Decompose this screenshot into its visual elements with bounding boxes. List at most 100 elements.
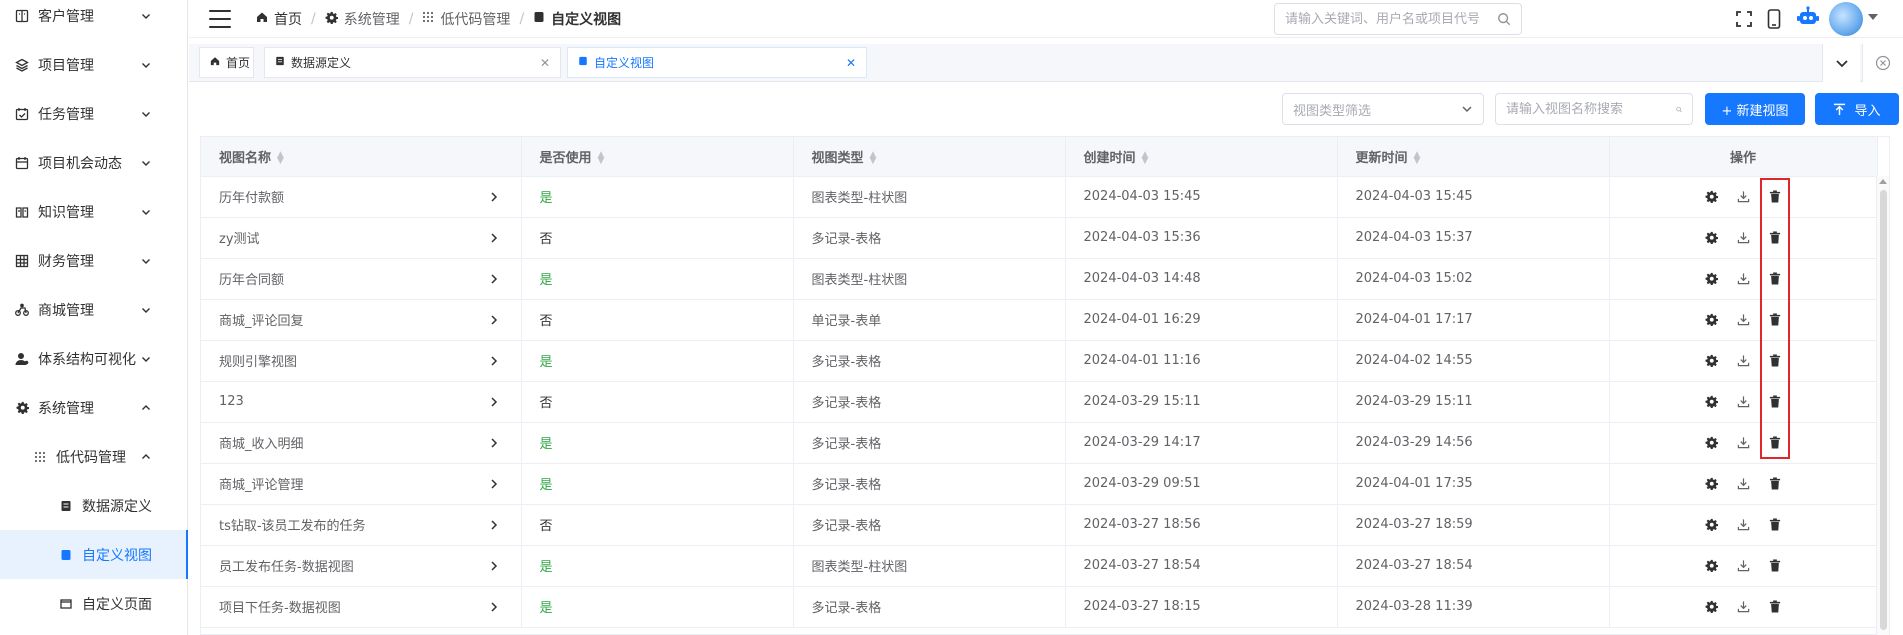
table-row[interactable]: 商城_收入明细 是 多记录-表格 2024-03-29 14:17 2024-03-29… <box>201 422 1878 464</box>
chevron-right-icon[interactable] <box>489 191 499 207</box>
download-icon[interactable] <box>1736 313 1750 327</box>
settings-icon[interactable] <box>1704 436 1718 450</box>
table-row[interactable]: 项目下任务-数据视图 是 多记录-表格 2024-03-27 18:15 2024-03… <box>201 586 1878 628</box>
trash-icon[interactable] <box>1768 477 1782 491</box>
view-name-cell[interactable]: 项目下任务-数据视图 <box>201 586 522 628</box>
search-icon[interactable] <box>1676 103 1682 116</box>
column-header[interactable]: 视图类型 ▲ ▼ <box>793 137 1066 177</box>
settings-icon[interactable] <box>1704 477 1718 491</box>
chevron-right-icon[interactable] <box>489 519 499 535</box>
sidebar-item-sidebar-subitems-2[interactable]: 自定义页面 <box>0 579 188 628</box>
search-icon[interactable] <box>1497 12 1511 26</box>
sort-icon[interactable]: ▲ ▼ <box>277 151 284 166</box>
trash-icon[interactable] <box>1768 272 1782 286</box>
chevron-right-icon[interactable] <box>489 232 499 248</box>
mobile-icon[interactable] <box>1763 8 1785 30</box>
chevron-right-icon[interactable] <box>489 355 499 371</box>
settings-icon[interactable] <box>1704 395 1718 409</box>
settings-icon[interactable] <box>1704 518 1718 532</box>
close-icon[interactable]: ✕ <box>846 56 856 70</box>
download-icon[interactable] <box>1736 477 1750 491</box>
view-name-search-input[interactable] <box>1506 101 1676 117</box>
breadcrumb-item[interactable]: 系统管理 <box>325 9 400 29</box>
view-type-filter[interactable]: 视图类型筛选 <box>1282 93 1484 125</box>
import-button[interactable]: 导入 <box>1815 93 1899 125</box>
download-icon[interactable] <box>1736 518 1750 532</box>
view-name-cell[interactable]: 商城_收入明细 <box>201 422 522 464</box>
chevron-right-icon[interactable] <box>489 314 499 330</box>
sidebar-item-sidebar-items-2[interactable]: 任务管理 <box>0 89 188 138</box>
download-icon[interactable] <box>1736 354 1750 368</box>
chevron-right-icon[interactable] <box>489 437 499 453</box>
download-icon[interactable] <box>1736 395 1750 409</box>
trash-icon[interactable] <box>1768 559 1782 573</box>
table-row[interactable]: ts钻取-该员工发布的任务 否 多记录-表格 2024-03-27 18:56 2024… <box>201 504 1878 546</box>
sort-icon[interactable]: ▲ ▼ <box>1414 151 1421 166</box>
view-name-cell[interactable]: 历年付款额 <box>201 176 522 218</box>
chevron-right-icon[interactable] <box>489 560 499 576</box>
trash-icon[interactable] <box>1768 313 1782 327</box>
scroll-thumb[interactable] <box>1880 190 1887 630</box>
close-icon[interactable]: ✕ <box>540 56 550 70</box>
column-header[interactable]: 创建时间 ▲ ▼ <box>1065 137 1338 177</box>
trash-icon[interactable] <box>1768 518 1782 532</box>
sidebar-item-sidebar-items-8[interactable]: 系统管理 <box>0 383 188 432</box>
table-row[interactable]: 历年付款额 是 图表类型-柱状图 2024-04-03 15:45 2024-04-03… <box>201 176 1878 218</box>
download-icon[interactable] <box>1736 190 1750 204</box>
sidebar-item-sidebar-items-7[interactable]: 体系结构可视化 <box>0 334 188 383</box>
menu-toggle-icon[interactable] <box>209 9 231 28</box>
global-search-input[interactable] <box>1285 11 1497 27</box>
settings-icon[interactable] <box>1704 559 1718 573</box>
chevron-right-icon[interactable] <box>489 601 499 617</box>
sidebar-item-sidebar-items-6[interactable]: 商城管理 <box>0 285 188 334</box>
view-name-cell[interactable]: zy测试 <box>201 217 522 259</box>
settings-icon[interactable] <box>1704 231 1718 245</box>
settings-icon[interactable] <box>1704 600 1718 614</box>
trash-icon[interactable] <box>1768 190 1782 204</box>
table-row[interactable]: 规则引擎视图 是 多记录-表格 2024-04-01 11:16 2024-04-02 … <box>201 340 1878 382</box>
settings-icon[interactable] <box>1704 313 1718 327</box>
sidebar-item-sidebar-items-4[interactable]: 知识管理 <box>0 187 188 236</box>
view-name-cell[interactable]: 商城_评论回复 <box>201 299 522 341</box>
caret-down-icon[interactable] <box>1868 14 1878 20</box>
global-search[interactable] <box>1274 3 1522 35</box>
sort-icon[interactable]: ▲ ▼ <box>1142 151 1149 166</box>
robot-icon[interactable] <box>1795 4 1821 30</box>
avatar[interactable] <box>1829 2 1863 36</box>
settings-icon[interactable] <box>1704 272 1718 286</box>
table-row[interactable]: 历年合同额 是 图表类型-柱状图 2024-04-03 14:48 2024-04-03… <box>201 258 1878 300</box>
table-row[interactable]: 员工发布任务-数据视图 是 图表类型-柱状图 2024-03-27 18:54 2024… <box>201 545 1878 587</box>
column-header[interactable]: 更新时间 ▲ ▼ <box>1337 137 1610 177</box>
tab-home[interactable]: 首页 <box>199 47 254 78</box>
sidebar-item-sidebar-items-0[interactable]: 客户管理 <box>0 0 188 40</box>
trash-icon[interactable] <box>1768 231 1782 245</box>
sidebar-item-sidebar-items-3[interactable]: 项目机会动态 <box>0 138 188 187</box>
chevron-right-icon[interactable] <box>489 478 499 494</box>
sidebar-item-sidebar-submenu[interactable]: 低代码管理 <box>0 432 188 481</box>
scroll-up-icon[interactable] <box>1879 179 1887 184</box>
chevron-right-icon[interactable] <box>489 396 499 412</box>
table-row[interactable]: 商城_评论回复 否 单记录-表单 2024-04-01 16:29 2024-04-01… <box>201 299 1878 341</box>
trash-icon[interactable] <box>1768 395 1782 409</box>
tab-custom-view[interactable]: 自定义视图 ✕ <box>567 47 867 78</box>
download-icon[interactable] <box>1736 559 1750 573</box>
view-name-cell[interactable]: ts钻取-该员工发布的任务 <box>201 504 522 546</box>
view-name-search[interactable] <box>1495 93 1693 125</box>
breadcrumb-item[interactable]: 首页 <box>256 9 302 29</box>
view-name-cell[interactable]: 123 <box>201 381 522 423</box>
trash-icon[interactable] <box>1768 600 1782 614</box>
tab-data-source[interactable]: 数据源定义 ✕ <box>264 47 561 78</box>
sort-icon[interactable]: ▲ ▼ <box>598 151 605 166</box>
table-scrollbar[interactable] <box>1876 176 1889 635</box>
view-name-cell[interactable]: 历年合同额 <box>201 258 522 300</box>
sidebar-item-sidebar-subitems-1[interactable]: 自定义视图 <box>0 530 188 579</box>
table-row[interactable]: 商城_评论管理 是 多记录-表格 2024-03-29 09:51 2024-04-01… <box>201 463 1878 505</box>
download-icon[interactable] <box>1736 272 1750 286</box>
settings-icon[interactable] <box>1704 354 1718 368</box>
table-row[interactable]: zy测试 否 多记录-表格 2024-04-03 15:36 2024-04-03 15… <box>201 217 1878 259</box>
trash-icon[interactable] <box>1768 354 1782 368</box>
sidebar-item-sidebar-items-1[interactable]: 项目管理 <box>0 40 188 89</box>
close-all-tabs-icon[interactable] <box>1862 44 1903 82</box>
download-icon[interactable] <box>1736 436 1750 450</box>
view-name-cell[interactable]: 员工发布任务-数据视图 <box>201 545 522 587</box>
